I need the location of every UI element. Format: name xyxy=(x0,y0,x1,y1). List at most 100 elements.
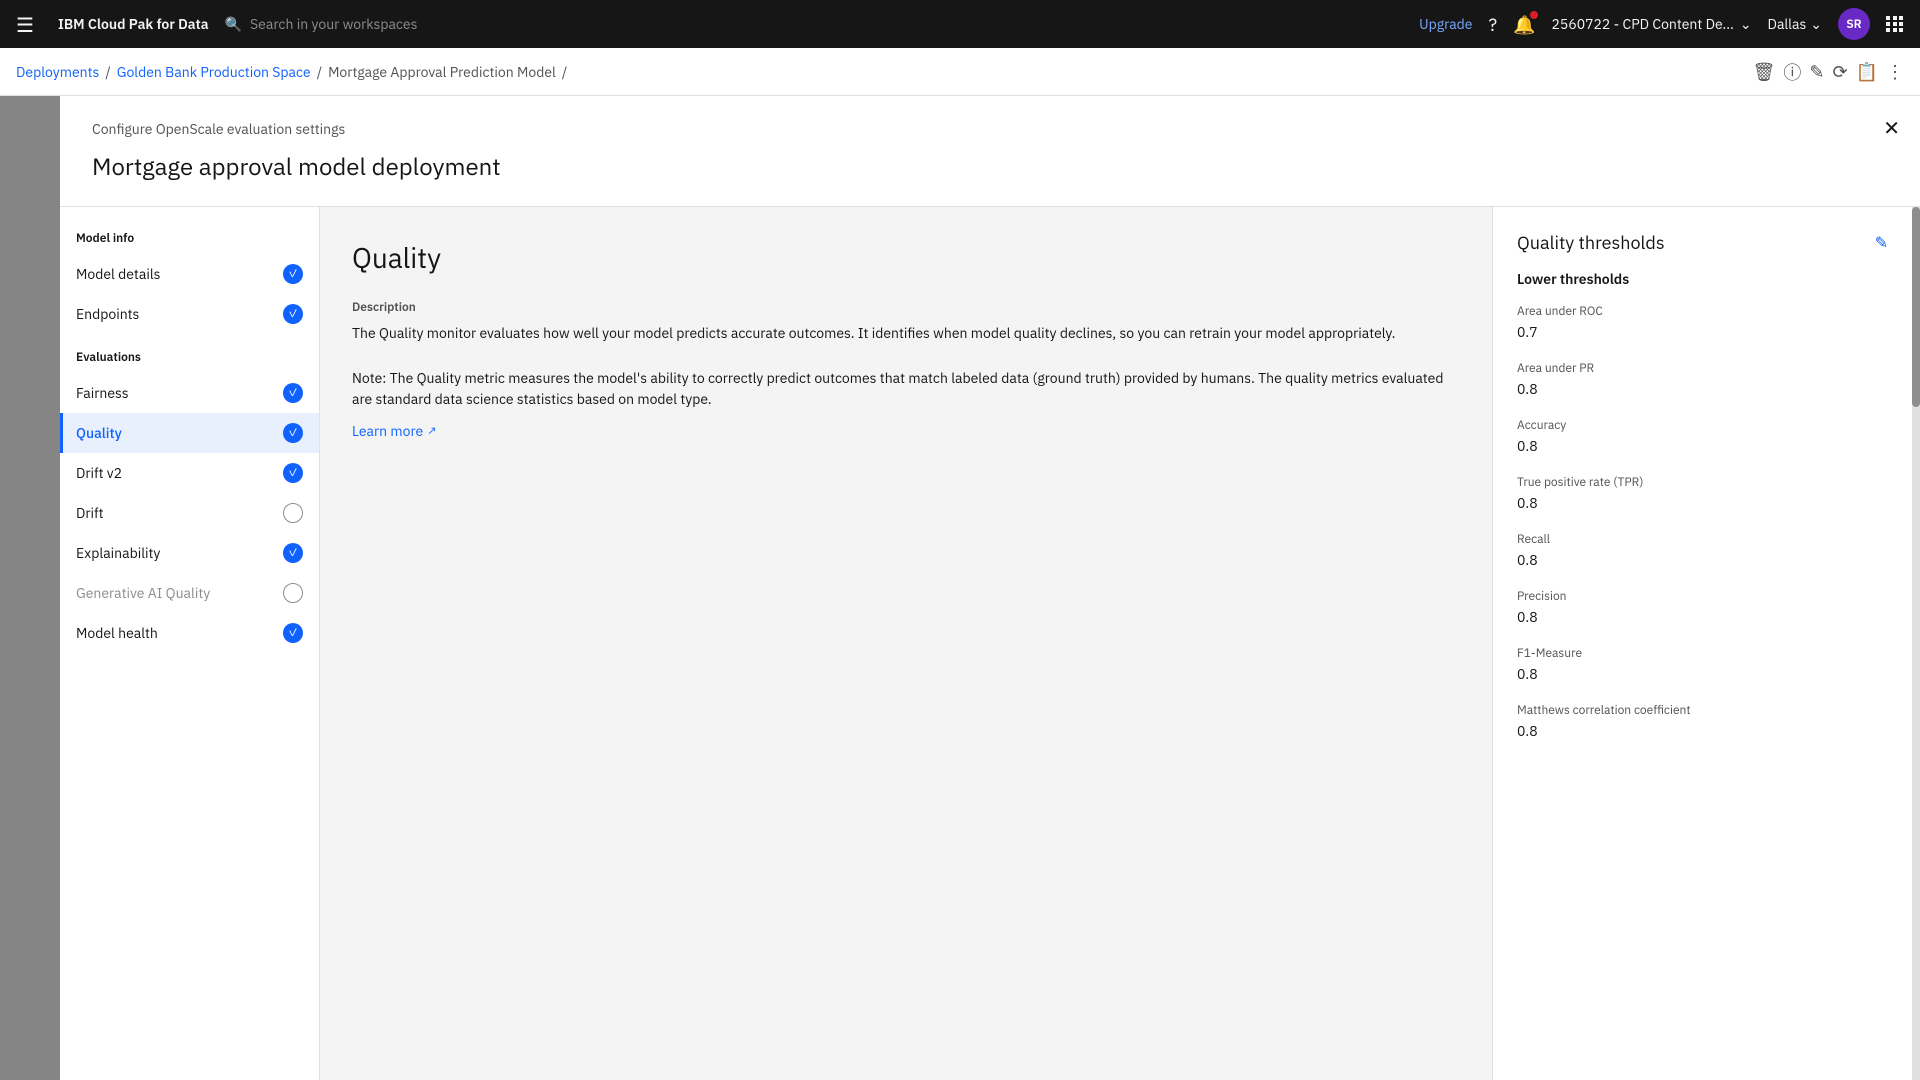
sidebar-item-drift[interactable]: Drift xyxy=(60,493,319,533)
notification-icon[interactable]: 🔔 xyxy=(1513,13,1535,36)
check-icon-model-health xyxy=(283,623,303,643)
threshold-value-accuracy: 0.8 xyxy=(1517,437,1888,455)
copy-icon[interactable]: 📋 xyxy=(1856,60,1878,83)
threshold-value-f1: 0.8 xyxy=(1517,665,1888,683)
sidebar-item-model-health[interactable]: Model health xyxy=(60,613,319,653)
thresholds-panel: Quality thresholds ✎ Lower thresholds Ar… xyxy=(1492,207,1912,1080)
sidebar-item-gen-ai-quality[interactable]: Generative AI Quality xyxy=(60,573,319,613)
search-icon: 🔍 xyxy=(225,15,242,33)
learn-more-label: Learn more xyxy=(352,422,423,440)
quality-note-text: Note: The Quality metric measures the mo… xyxy=(352,368,1460,410)
sidebar-item-model-details[interactable]: Model details xyxy=(60,254,319,294)
empty-circle-gen-ai-quality xyxy=(283,583,303,603)
threshold-area-under-roc: Area under ROC 0.7 xyxy=(1517,304,1888,341)
threshold-label-area-pr: Area under PR xyxy=(1517,361,1888,376)
check-icon-endpoints xyxy=(283,304,303,324)
sidebar-label-fairness: Fairness xyxy=(76,384,129,402)
external-link-icon: ↗ xyxy=(427,424,437,439)
breadcrumb-model: Mortgage Approval Prediction Model xyxy=(328,63,556,81)
configure-modal: ✕ Configure OpenScale evaluation setting… xyxy=(60,96,1920,1080)
user-account-label: 2560722 - CPD Content De... xyxy=(1552,15,1734,33)
threshold-label-tpr: True positive rate (TPR) xyxy=(1517,475,1888,490)
chevron-down-icon: ⌄ xyxy=(1740,15,1752,33)
threshold-value-tpr: 0.8 xyxy=(1517,494,1888,512)
threshold-value-recall: 0.8 xyxy=(1517,551,1888,569)
sidebar-label-endpoints: Endpoints xyxy=(76,305,139,323)
top-navigation: ☰ IBM Cloud Pak for Data 🔍 Search in you… xyxy=(0,0,1920,48)
quality-title: Quality xyxy=(352,239,1460,276)
threshold-accuracy: Accuracy 0.8 xyxy=(1517,418,1888,455)
sidebar-label-explainability: Explainability xyxy=(76,544,160,562)
brand-name: IBM Cloud Pak for Data xyxy=(58,15,209,33)
scrollbar-thumb[interactable] xyxy=(1912,207,1920,407)
threshold-recall: Recall 0.8 xyxy=(1517,532,1888,569)
threshold-matthews: Matthews correlation coefficient 0.8 xyxy=(1517,703,1888,740)
sidebar-item-quality[interactable]: Quality xyxy=(60,413,319,453)
apps-grid-icon[interactable] xyxy=(1886,16,1904,32)
threshold-value-area-pr: 0.8 xyxy=(1517,380,1888,398)
threshold-label-matthews: Matthews correlation coefficient xyxy=(1517,703,1888,718)
sidebar-item-fairness[interactable]: Fairness xyxy=(60,373,319,413)
modal-main-title: Mortgage approval model deployment xyxy=(92,150,1888,182)
sidebar-item-endpoints[interactable]: Endpoints xyxy=(60,294,319,334)
sidebar-item-explainability[interactable]: Explainability xyxy=(60,533,319,573)
scrollbar-track[interactable] xyxy=(1912,207,1920,1080)
user-account-selector[interactable]: 2560722 - CPD Content De... ⌄ xyxy=(1552,15,1752,33)
delete-icon[interactable]: 🗑 xyxy=(1753,60,1776,83)
modal-body: Model info Model details Endpoints Evalu… xyxy=(60,207,1920,1080)
more-options-icon[interactable]: ⋮ xyxy=(1886,60,1904,83)
threshold-label-precision: Precision xyxy=(1517,589,1888,604)
lower-thresholds-title: Lower thresholds xyxy=(1517,270,1888,288)
modal-configure-title: Configure OpenScale evaluation settings xyxy=(92,120,1888,138)
hamburger-menu-icon[interactable]: ☰ xyxy=(16,11,34,38)
threshold-label-recall: Recall xyxy=(1517,532,1888,547)
check-icon-fairness xyxy=(283,383,303,403)
modal-close-button[interactable]: ✕ xyxy=(1879,112,1904,145)
quality-panel: Quality Description The Quality monitor … xyxy=(320,207,1492,1080)
breadcrumb-separator-3: / xyxy=(562,63,567,81)
breadcrumb-actions: 🗑 ⓘ ✎ ⟳ 📋 ⋮ xyxy=(1753,59,1904,85)
avatar[interactable]: SR xyxy=(1838,8,1870,40)
notification-dot xyxy=(1530,11,1538,19)
search-placeholder[interactable]: Search in your workspaces xyxy=(250,15,417,33)
sidebar-label-drift: Drift xyxy=(76,504,103,522)
breadcrumb-separator-2: / xyxy=(317,63,322,81)
thresholds-title: Quality thresholds xyxy=(1517,231,1665,254)
check-icon-explainability xyxy=(283,543,303,563)
sidebar-label-drift-v2: Drift v2 xyxy=(76,464,122,482)
threshold-area-under-pr: Area under PR 0.8 xyxy=(1517,361,1888,398)
history-icon[interactable]: ⟳ xyxy=(1832,60,1847,83)
search-area: 🔍 Search in your workspaces xyxy=(225,15,625,33)
thresholds-header: Quality thresholds ✎ xyxy=(1517,231,1888,254)
top-nav-right: Upgrade ? 🔔 2560722 - CPD Content De... … xyxy=(1419,8,1904,40)
breadcrumb: Deployments / Golden Bank Production Spa… xyxy=(0,48,1920,96)
learn-more-link[interactable]: Learn more ↗ xyxy=(352,422,437,440)
sidebar-label-model-details: Model details xyxy=(76,265,160,283)
threshold-tpr: True positive rate (TPR) 0.8 xyxy=(1517,475,1888,512)
evaluations-section-title: Evaluations xyxy=(60,350,319,373)
quality-description-text: The Quality monitor evaluates how well y… xyxy=(352,323,1460,344)
upgrade-button[interactable]: Upgrade xyxy=(1419,15,1472,33)
sidebar-item-drift-v2[interactable]: Drift v2 xyxy=(60,453,319,493)
threshold-value-matthews: 0.8 xyxy=(1517,722,1888,740)
modal-main-content: Quality Description The Quality monitor … xyxy=(320,207,1920,1080)
edit-thresholds-icon[interactable]: ✎ xyxy=(1875,233,1888,253)
check-icon-drift-v2 xyxy=(283,463,303,483)
location-selector[interactable]: Dallas ⌄ xyxy=(1768,15,1822,33)
modal-sidebar: Model info Model details Endpoints Evalu… xyxy=(60,207,320,1080)
help-icon[interactable]: ? xyxy=(1489,13,1498,36)
threshold-value-precision: 0.8 xyxy=(1517,608,1888,626)
info-icon[interactable]: ⓘ xyxy=(1783,59,1801,85)
modal-header: ✕ Configure OpenScale evaluation setting… xyxy=(60,96,1920,207)
breadcrumb-deployments[interactable]: Deployments xyxy=(16,63,99,81)
location-label: Dallas xyxy=(1768,15,1807,33)
breadcrumb-space[interactable]: Golden Bank Production Space xyxy=(117,63,311,81)
threshold-value-area-roc: 0.7 xyxy=(1517,323,1888,341)
edit-settings-icon[interactable]: ✎ xyxy=(1809,60,1824,83)
evaluations-section: Evaluations Fairness Quality Drift v2 xyxy=(60,350,319,653)
description-label: Description xyxy=(352,300,1460,315)
threshold-f1-measure: F1-Measure 0.8 xyxy=(1517,646,1888,683)
model-info-section-title: Model info xyxy=(60,231,319,254)
threshold-label-accuracy: Accuracy xyxy=(1517,418,1888,433)
modal-overlay: ✕ Configure OpenScale evaluation setting… xyxy=(0,96,1920,1080)
